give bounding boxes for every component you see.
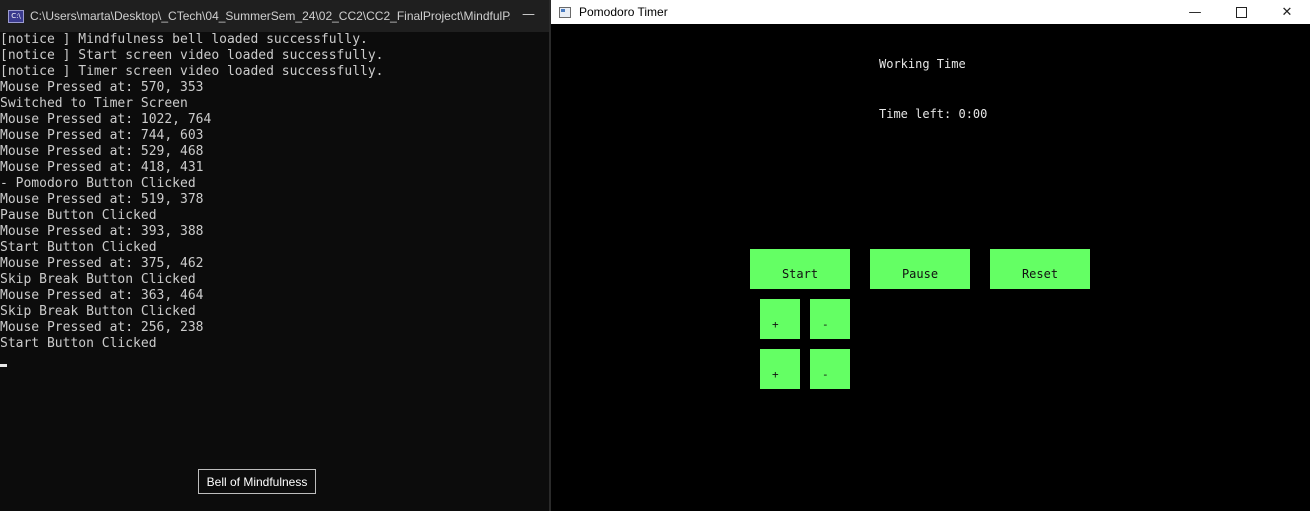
console-line: Mouse Pressed at: 418, 431 [0, 160, 204, 175]
window-app-icon [559, 6, 571, 18]
maximize-icon [1235, 6, 1247, 18]
plus-label: + [772, 368, 779, 381]
console-line: Mouse Pressed at: 1022, 764 [0, 112, 212, 127]
working-time-label: Working Time [879, 57, 966, 71]
break-decrease-button[interactable]: - [810, 349, 850, 389]
console-line: Pause Button Clicked [0, 208, 157, 223]
console-line: [notice ] Start screen video loaded succ… [0, 48, 384, 63]
text-cursor [0, 364, 7, 367]
console-line: Mouse Pressed at: 744, 603 [0, 128, 204, 143]
work-increase-button[interactable]: + [760, 299, 800, 339]
pomodoro-titlebar[interactable]: Pomodoro Timer — ✕ [551, 0, 1310, 24]
break-increase-button[interactable]: + [760, 349, 800, 389]
reset-button[interactable]: Reset [990, 249, 1090, 289]
minus-label: - [822, 318, 829, 331]
console-line: Mouse Pressed at: 570, 353 [0, 80, 204, 95]
console-line: Mouse Pressed at: 529, 468 [0, 144, 204, 159]
console-line: - Pomodoro Button Clicked [0, 176, 196, 191]
pause-button-label: Pause [901, 267, 939, 281]
reset-button-label: Reset [1021, 267, 1059, 281]
console-line: [notice ] Timer screen video loaded succ… [0, 64, 384, 79]
console-line: Start Button Clicked [0, 336, 157, 351]
console-line: Mouse Pressed at: 519, 378 [0, 192, 204, 207]
pause-button[interactable]: Pause [870, 249, 970, 289]
console-line: Mouse Pressed at: 363, 464 [0, 288, 204, 303]
console-line: Start Button Clicked [0, 240, 157, 255]
console-line: Switched to Timer Screen [0, 96, 188, 111]
minimize-button[interactable]: — [1172, 0, 1218, 24]
cmd-icon: C:\ [8, 9, 24, 23]
close-button[interactable]: ✕ [1264, 0, 1310, 24]
console-title: C:\Users\marta\Desktop\_CTech\04_SummerS… [30, 9, 510, 23]
work-decrease-button[interactable]: - [810, 299, 850, 339]
start-button[interactable]: Start [750, 249, 850, 289]
time-left-label: Time left: 0:00 [879, 107, 988, 121]
console-window: C:\ C:\Users\marta\Desktop\_CTech\04_Sum… [0, 0, 549, 511]
console-line: Mouse Pressed at: 256, 238 [0, 320, 204, 335]
console-line: Skip Break Button Clicked [0, 272, 196, 287]
minus-label: - [822, 368, 829, 381]
console-line: Mouse Pressed at: 393, 388 [0, 224, 204, 239]
bell-of-mindfulness-button[interactable]: Bell of Mindfulness [198, 469, 316, 494]
start-button-label: Start [781, 267, 819, 281]
pomodoro-window: Pomodoro Timer — ✕ Working Time Time lef… [551, 0, 1310, 511]
pomodoro-title: Pomodoro Timer [579, 5, 668, 19]
console-line: [notice ] Mindfulness bell loaded succes… [0, 32, 368, 47]
console-output: [notice ] Mindfulness bell loaded succes… [0, 32, 549, 511]
console-line: Skip Break Button Clicked [0, 304, 196, 319]
console-titlebar[interactable]: C:\ C:\Users\marta\Desktop\_CTech\04_Sum… [0, 0, 549, 32]
console-line: Mouse Pressed at: 375, 462 [0, 256, 204, 271]
timer-canvas: Working Time Time left: 0:00 Start Pause… [551, 24, 1310, 511]
maximize-button[interactable] [1218, 0, 1264, 24]
console-minimize-button[interactable]: — [522, 7, 535, 22]
plus-label: + [772, 318, 779, 331]
